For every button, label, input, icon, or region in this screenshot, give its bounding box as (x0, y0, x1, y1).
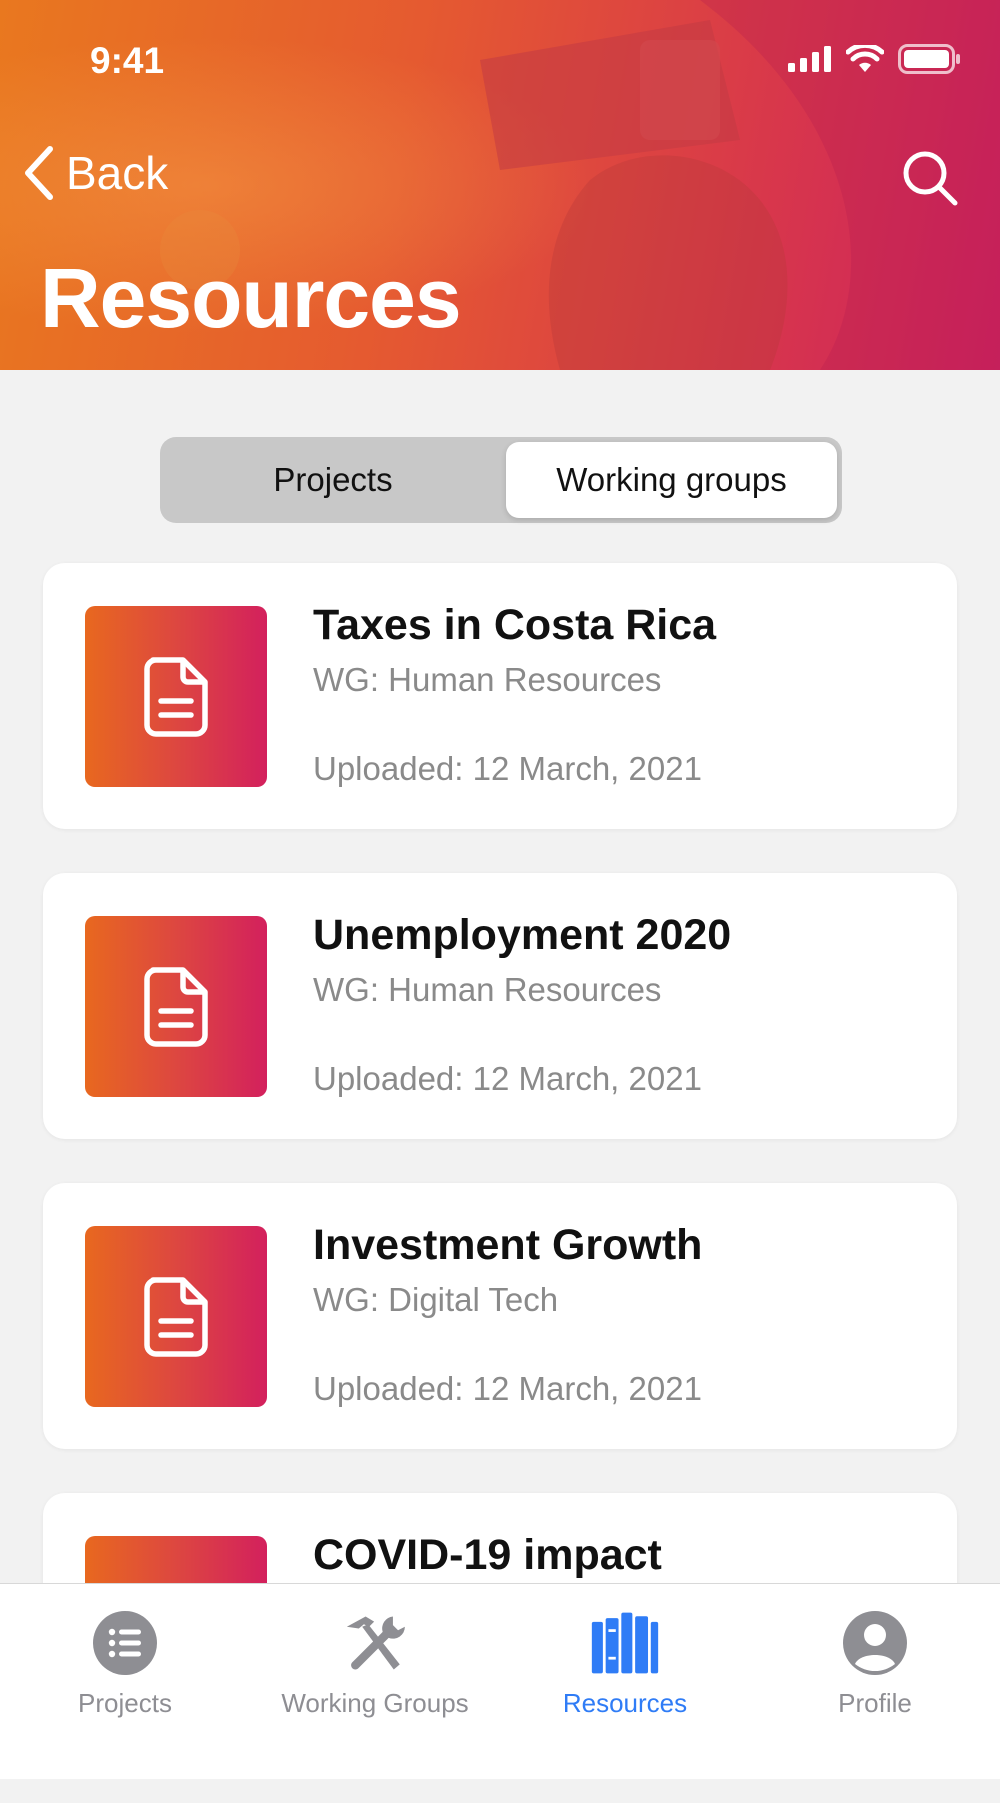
resource-thumbnail (85, 916, 267, 1097)
chevron-left-icon (25, 146, 53, 200)
back-button[interactable]: Back (22, 145, 168, 201)
resource-title: Taxes in Costa Rica (313, 601, 717, 649)
resource-card[interactable]: Unemployment 2020 WG: Human Resources Up… (43, 873, 957, 1139)
tab-label: Working Groups (281, 1688, 469, 1718)
battery-icon (898, 44, 960, 74)
resource-card[interactable]: Investment Growth WG: Digital Tech Uploa… (43, 1183, 957, 1449)
resource-thumbnail (85, 606, 267, 787)
tab-label: Resources (562, 1688, 688, 1718)
back-label: Back (66, 147, 169, 199)
tab-profile[interactable]: Profile (750, 1608, 1000, 1719)
resource-working-group: WG: Human Resources (313, 661, 662, 698)
page-title: Resources (40, 251, 462, 345)
resource-working-group: WG: Digital Tech (313, 1281, 559, 1318)
resource-thumbnail (85, 1226, 267, 1407)
search-button[interactable] (900, 148, 960, 208)
tab-bar: Projects Working Groups Resources Profil… (0, 1583, 1000, 1779)
wifi-icon (846, 45, 884, 72)
header: 9:41 Back Resources (0, 0, 1000, 370)
tab-label: Profile (838, 1688, 912, 1718)
resource-upload-date: Uploaded: 12 March, 2021 (313, 750, 702, 787)
tab-label: Projects (78, 1688, 172, 1718)
search-icon (903, 151, 958, 206)
segment-working-groups[interactable]: Working groups (506, 442, 837, 518)
list-icon (90, 1608, 160, 1678)
tab-projects[interactable]: Projects (0, 1608, 250, 1719)
resource-working-group: WG: Human Resources (313, 971, 662, 1008)
segment-projects[interactable]: Projects (165, 442, 501, 518)
resource-upload-date: Uploaded: 12 March, 2021 (313, 1370, 702, 1407)
resource-title: Investment Growth (313, 1221, 703, 1269)
segmented-control: Projects Working groups (160, 437, 842, 523)
status-icons (788, 44, 960, 74)
status-time: 9:41 (90, 40, 165, 81)
resource-upload-date: Uploaded: 12 March, 2021 (313, 1060, 702, 1097)
person-icon (840, 1608, 910, 1678)
tools-icon (340, 1608, 410, 1678)
books-icon (590, 1608, 660, 1678)
tab-working-groups[interactable]: Working Groups (250, 1608, 500, 1719)
document-icon (144, 966, 208, 1047)
resource-title: Unemployment 2020 (313, 911, 732, 959)
resource-card[interactable]: Taxes in Costa Rica WG: Human Resources … (43, 563, 957, 829)
resource-title: COVID-19 impact (313, 1531, 662, 1579)
document-icon (144, 656, 208, 737)
document-icon (144, 1276, 208, 1357)
signal-icon (788, 46, 831, 72)
tab-resources[interactable]: Resources (500, 1608, 750, 1719)
